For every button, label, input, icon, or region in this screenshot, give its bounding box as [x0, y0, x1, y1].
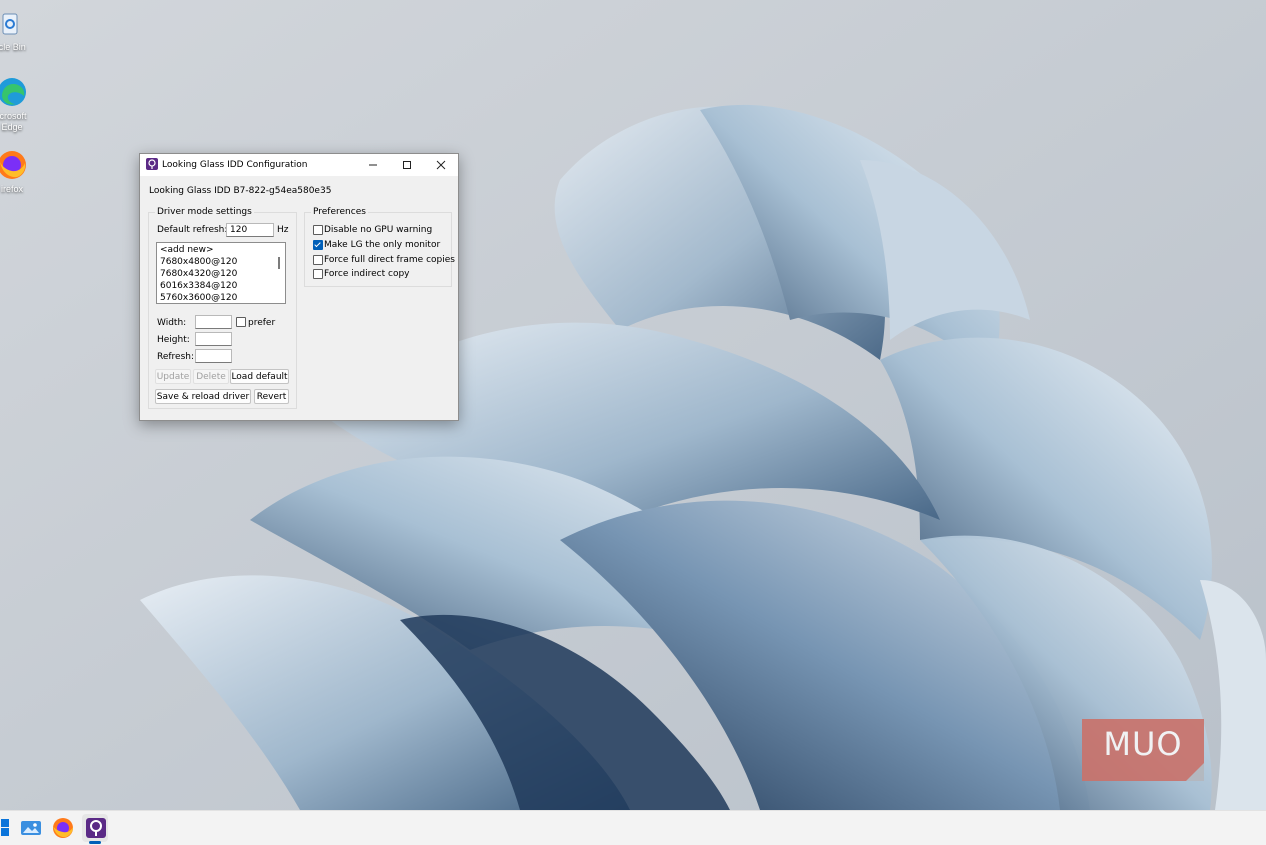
prefer-label: prefer: [248, 318, 276, 328]
list-item[interactable]: 6016x3384@120: [160, 281, 237, 291]
disable-no-gpu-warning-label: Disable no GPU warning: [324, 225, 433, 235]
window-title: Looking Glass IDD Configuration: [162, 160, 308, 170]
default-refresh-input[interactable]: 120: [226, 223, 274, 237]
desktop-icon-label: irefox: [0, 184, 23, 194]
refresh-label: Refresh:: [157, 352, 195, 362]
delete-button[interactable]: Delete: [193, 369, 229, 384]
width-input[interactable]: [195, 315, 232, 329]
list-item[interactable]: 7680x4320@120: [160, 269, 237, 279]
update-button[interactable]: Update: [155, 369, 191, 384]
revert-button[interactable]: Revert: [254, 389, 289, 404]
title-bar[interactable]: Looking Glass IDD Configuration: [140, 154, 458, 176]
list-item[interactable]: 7680x4800@120: [160, 257, 237, 267]
height-input[interactable]: [195, 332, 232, 346]
disable-no-gpu-warning-checkbox[interactable]: [313, 225, 323, 235]
prefer-checkbox[interactable]: [236, 317, 246, 327]
maximize-icon: [403, 160, 411, 169]
force-indirect-copy-checkbox[interactable]: [313, 269, 323, 279]
minimize-icon: [369, 164, 377, 165]
force-full-direct-frame-copies-label: Force full direct frame copies: [324, 255, 455, 265]
watermark-corner: [1186, 763, 1204, 781]
desktop-icon-firefox[interactable]: irefox: [0, 150, 47, 194]
firefox-icon[interactable]: [51, 816, 75, 840]
refresh-input[interactable]: [195, 349, 232, 363]
width-label: Width:: [157, 318, 187, 328]
looking-glass-icon[interactable]: [84, 816, 108, 840]
recycle-bin-icon: [2, 13, 18, 35]
hz-label: Hz: [277, 225, 289, 235]
save-reload-driver-button[interactable]: Save & reload driver: [155, 389, 251, 404]
close-button[interactable]: [424, 154, 458, 176]
close-icon: [436, 160, 446, 169]
default-refresh-label: Default refresh:: [157, 225, 228, 235]
looking-glass-icon: [146, 158, 158, 170]
force-indirect-copy-label: Force indirect copy: [324, 269, 410, 279]
taskbar: [0, 810, 1266, 845]
gallery-icon[interactable]: [19, 816, 43, 840]
firefox-icon: [0, 151, 26, 179]
height-label: Height:: [157, 335, 190, 345]
force-full-direct-frame-copies-checkbox[interactable]: [313, 255, 323, 265]
start-icon[interactable]: [0, 816, 14, 840]
driver-version-label: Looking Glass IDD B7-822-g54ea580e35: [149, 186, 332, 196]
muo-watermark: MUO: [1082, 719, 1204, 781]
mode-listbox[interactable]: <add new> 7680x4800@120 7680x4320@120 60…: [156, 242, 286, 304]
desktop-icon-edge[interactable]: icrosoft Edge: [0, 77, 47, 133]
make-lg-only-monitor-label: Make LG the only monitor: [324, 240, 441, 250]
list-item[interactable]: 5760x3600@120: [160, 293, 237, 303]
preferences-legend: Preferences: [313, 207, 366, 217]
make-lg-only-monitor-checkbox[interactable]: [313, 240, 323, 250]
minimize-button[interactable]: [356, 154, 390, 176]
edge-icon: [0, 78, 26, 106]
desktop-icon-recycle-bin[interactable]: ycle Bin: [0, 8, 45, 52]
desktop-icon-label: icrosoft Edge: [0, 111, 27, 132]
looking-glass-idd-window: Looking Glass IDD Configuration Looking …: [139, 153, 459, 421]
muo-watermark-text: MUO: [1103, 725, 1183, 763]
desktop-icon-label: ycle Bin: [0, 42, 26, 52]
maximize-button[interactable]: [390, 154, 424, 176]
listbox-scrollbar-thumb[interactable]: [278, 257, 280, 269]
driver-mode-settings-legend: Driver mode settings: [157, 207, 252, 217]
load-default-button[interactable]: Load default: [230, 369, 289, 384]
list-item[interactable]: <add new>: [160, 245, 214, 255]
